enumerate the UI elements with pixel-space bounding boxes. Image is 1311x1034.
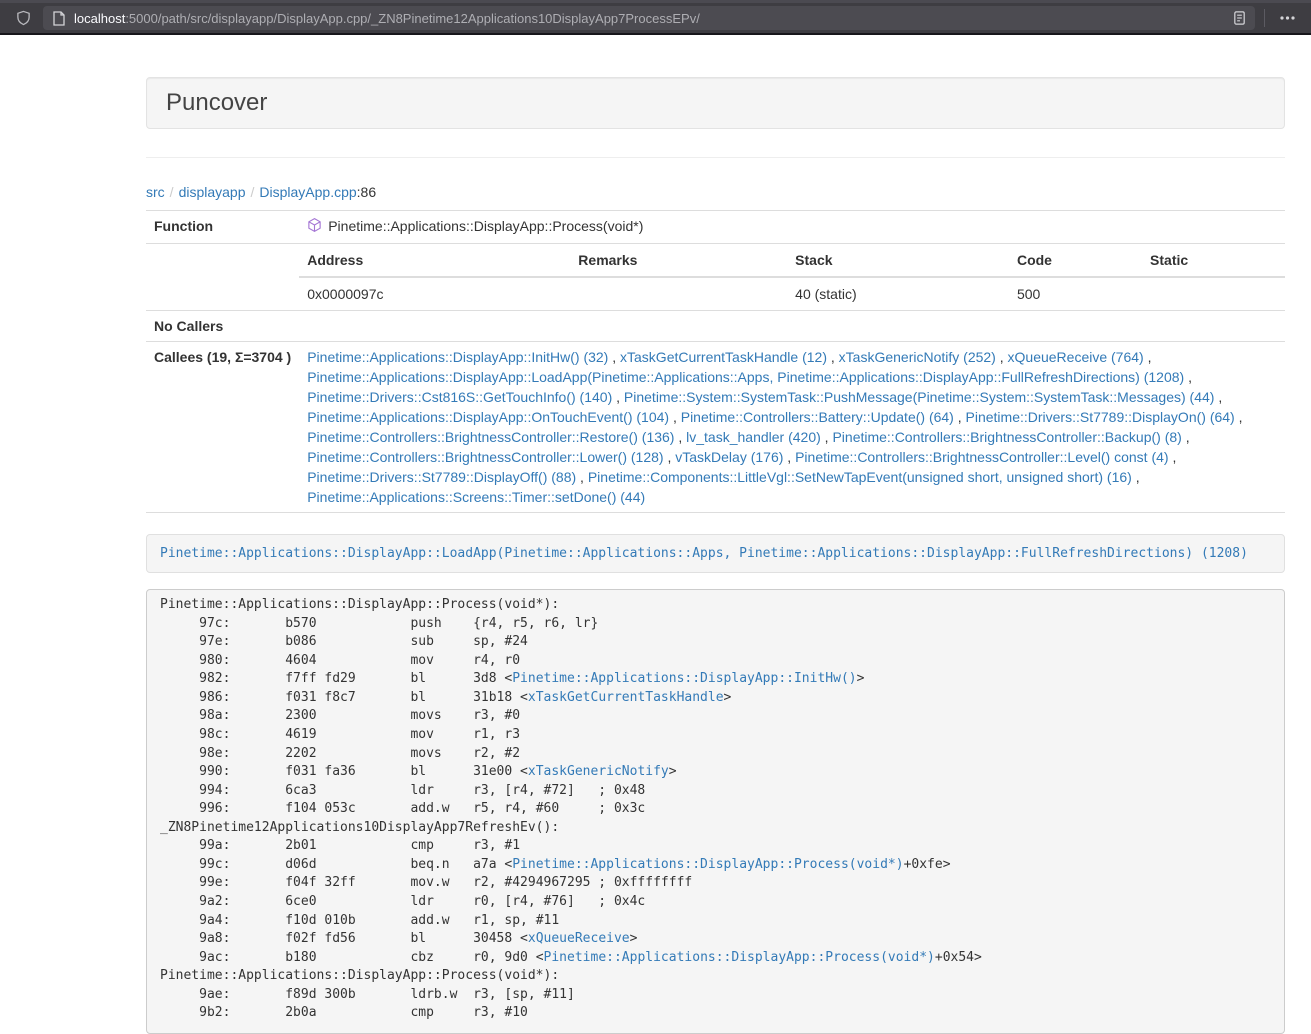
callee-link[interactable]: Pinetime::Drivers::St7789::DisplayOff() … bbox=[307, 469, 576, 485]
callee-separator: , bbox=[1184, 369, 1192, 385]
callee-link[interactable]: Pinetime::Controllers::BrightnessControl… bbox=[832, 429, 1181, 445]
code-symbol-link[interactable]: xTaskGetCurrentTaskHandle bbox=[528, 690, 724, 705]
callee-separator: , bbox=[1144, 349, 1152, 365]
column-header-address: Address bbox=[299, 244, 570, 277]
callee-link[interactable]: Pinetime::System::SystemTask::PushMessag… bbox=[624, 389, 1215, 405]
main-content: Puncover src/displayapp/DisplayApp.cpp:8… bbox=[146, 77, 1285, 1034]
reader-mode-icon[interactable] bbox=[1232, 10, 1247, 26]
loadapp-callee-link[interactable]: Pinetime::Applications::DisplayApp::Load… bbox=[160, 546, 1248, 561]
package-icon bbox=[307, 217, 322, 238]
callee-separator: , bbox=[576, 469, 588, 485]
callee-link[interactable]: Pinetime::Controllers::Battery::Update()… bbox=[681, 409, 954, 425]
toolbar-divider bbox=[1264, 9, 1265, 27]
code-symbol-link[interactable]: Pinetime::Applications::DisplayApp::Proc… bbox=[544, 950, 935, 965]
callee-separator: , bbox=[1132, 469, 1140, 485]
column-header-code: Code bbox=[1009, 244, 1142, 277]
app-header: Puncover bbox=[146, 77, 1285, 129]
callees-list: Pinetime::Applications::DisplayApp::Init… bbox=[299, 342, 1285, 513]
breadcrumb-separator: / bbox=[246, 184, 260, 200]
breadcrumb-link[interactable]: displayapp bbox=[179, 184, 246, 200]
page-title: Puncover bbox=[166, 89, 267, 116]
callee-link[interactable]: Pinetime::Drivers::Cst816S::GetTouchInfo… bbox=[307, 389, 612, 405]
code-symbol-link[interactable]: Pinetime::Applications::DisplayApp::Proc… bbox=[512, 857, 903, 872]
function-name: Pinetime::Applications::DisplayApp::Proc… bbox=[328, 218, 643, 234]
callee-separator: , bbox=[783, 449, 795, 465]
url-host: localhost bbox=[74, 11, 125, 26]
callee-link[interactable]: xTaskGenericNotify (252) bbox=[839, 349, 996, 365]
callees-label: Callees (19, Σ=3704 ) bbox=[146, 342, 299, 513]
tracking-protection-shield-icon[interactable] bbox=[16, 10, 31, 26]
callee-separator: , bbox=[1214, 389, 1222, 405]
code-symbol-link[interactable]: xTaskGenericNotify bbox=[528, 764, 669, 779]
callee-link[interactable]: lv_task_handler (420) bbox=[686, 429, 821, 445]
column-header-remarks: Remarks bbox=[570, 244, 787, 277]
symbol-stats-table: Address Remarks Stack Code Static 0x0000… bbox=[299, 244, 1285, 310]
remarks-value bbox=[570, 277, 787, 310]
stats-header-row: Address Remarks Stack Code Static bbox=[299, 244, 1285, 277]
callee-link[interactable]: Pinetime::Controllers::BrightnessControl… bbox=[307, 429, 674, 445]
breadcrumb-line-number: :86 bbox=[357, 184, 376, 200]
callee-link[interactable]: Pinetime::Applications::DisplayApp::Init… bbox=[307, 349, 608, 365]
breadcrumb-separator: / bbox=[165, 184, 179, 200]
callee-link[interactable]: xQueueReceive (764) bbox=[1008, 349, 1144, 365]
callee-link[interactable]: xTaskGetCurrentTaskHandle (12) bbox=[620, 349, 827, 365]
callee-link[interactable]: Pinetime::Applications::DisplayApp::Load… bbox=[307, 369, 1184, 385]
code-value: 500 bbox=[1009, 277, 1142, 310]
function-table: Function Pinetime::Applications::Display… bbox=[146, 210, 1285, 513]
callee-link[interactable]: Pinetime::Components::LittleVgl::SetNewT… bbox=[588, 469, 1132, 485]
code-symbol-link[interactable]: xQueueReceive bbox=[528, 931, 630, 946]
callee-link[interactable]: Pinetime::Drivers::St7789::DisplayOn() (… bbox=[966, 409, 1235, 425]
url-path: :5000/path/src/displayapp/DisplayApp.cpp… bbox=[125, 11, 700, 26]
column-header-stack: Stack bbox=[787, 244, 1009, 277]
callee-separator: , bbox=[608, 349, 620, 365]
callee-separator: , bbox=[1235, 409, 1243, 425]
callee-link[interactable]: Pinetime::Applications::DisplayApp::OnTo… bbox=[307, 409, 669, 425]
callee-separator: , bbox=[674, 429, 686, 445]
callee-separator: , bbox=[664, 449, 676, 465]
stats-value-row: 0x0000097c 40 (static) 500 bbox=[299, 277, 1285, 310]
callee-separator: , bbox=[612, 389, 624, 405]
callee-link[interactable]: vTaskDelay (176) bbox=[675, 449, 783, 465]
disassembly-pre: Pinetime::Applications::DisplayApp::Proc… bbox=[146, 589, 1285, 1034]
static-value bbox=[1142, 277, 1285, 310]
callee-separator: , bbox=[669, 409, 681, 425]
breadcrumb-link[interactable]: DisplayApp.cpp bbox=[259, 184, 356, 200]
no-callers-label: No Callers bbox=[146, 311, 299, 342]
overflow-menu-button[interactable] bbox=[1274, 16, 1301, 20]
highlighted-callee-panel: Pinetime::Applications::DisplayApp::Load… bbox=[146, 534, 1285, 573]
callee-separator: , bbox=[821, 429, 833, 445]
browser-toolbar: localhost:5000/path/src/displayapp/Displ… bbox=[0, 3, 1311, 35]
page-info-icon[interactable] bbox=[53, 11, 65, 26]
callers-list bbox=[299, 311, 1285, 342]
function-row: Function Pinetime::Applications::Display… bbox=[146, 211, 1285, 244]
stats-row-spacer bbox=[146, 244, 299, 311]
callee-link[interactable]: Pinetime::Applications::Screens::Timer::… bbox=[307, 489, 645, 505]
callee-separator: , bbox=[827, 349, 839, 365]
address-value: 0x0000097c bbox=[299, 277, 570, 310]
stats-row: Address Remarks Stack Code Static 0x0000… bbox=[146, 244, 1285, 311]
breadcrumb: src/displayapp/DisplayApp.cpp:86 bbox=[146, 182, 1285, 202]
column-header-static: Static bbox=[1142, 244, 1285, 277]
callee-link[interactable]: Pinetime::Controllers::BrightnessControl… bbox=[795, 449, 1168, 465]
callee-link[interactable]: Pinetime::Controllers::BrightnessControl… bbox=[307, 449, 663, 465]
divider bbox=[146, 157, 1285, 158]
code-symbol-link[interactable]: Pinetime::Applications::DisplayApp::Init… bbox=[512, 671, 856, 686]
url-bar[interactable]: localhost:5000/path/src/displayapp/Displ… bbox=[43, 6, 1255, 30]
callers-row: No Callers bbox=[146, 311, 1285, 342]
url-text: localhost:5000/path/src/displayapp/Displ… bbox=[74, 11, 700, 26]
callee-separator: , bbox=[996, 349, 1008, 365]
function-label: Function bbox=[146, 211, 299, 244]
callees-row: Callees (19, Σ=3704 ) Pinetime::Applicat… bbox=[146, 342, 1285, 513]
stack-value: 40 (static) bbox=[787, 277, 1009, 310]
breadcrumb-link[interactable]: src bbox=[146, 184, 165, 200]
callee-separator: , bbox=[1182, 429, 1190, 445]
callee-separator: , bbox=[1169, 449, 1177, 465]
callee-separator: , bbox=[954, 409, 966, 425]
